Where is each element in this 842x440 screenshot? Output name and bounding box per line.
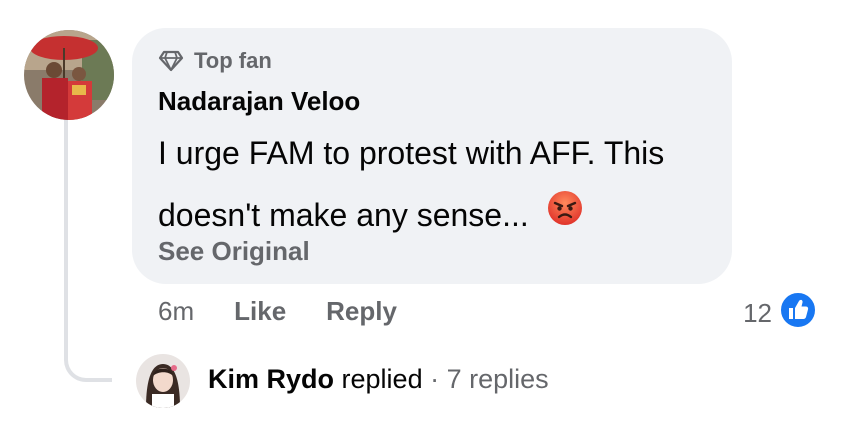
top-fan-label: Top fan [194,48,272,73]
replied-label: replied [341,364,423,394]
comment-text-line-1: I urge FAM to protest with AFF. This [158,135,665,171]
reply-avatar[interactable] [136,354,190,408]
like-button[interactable]: Like [234,296,286,327]
comment-timestamp[interactable]: 6m [158,296,194,327]
angry-face-emoji [547,184,583,246]
reply-count: 7 replies [446,364,549,394]
see-original-link[interactable]: See Original [158,236,310,267]
replier-name: Kim Rydo [208,364,335,394]
view-replies-link[interactable]: Kim Rydo replied · 7 replies [208,364,549,395]
reaction-count: 12 [743,298,772,328]
avatar[interactable] [24,30,114,120]
comment-author-name[interactable]: Nadarajan Veloo [158,86,360,117]
reply-separator: · [430,364,440,394]
thumbs-up-icon [778,290,818,337]
top-fan-badge: Top fan [158,48,272,74]
comment-text: I urge FAM to protest with AFF. This doe… [158,122,718,246]
thread-connector-line [64,120,112,382]
comment-actions: 6m Like Reply [158,296,397,327]
diamond-icon [158,50,184,72]
reactions-summary[interactable]: 12 [743,290,818,337]
reply-button[interactable]: Reply [326,296,397,327]
